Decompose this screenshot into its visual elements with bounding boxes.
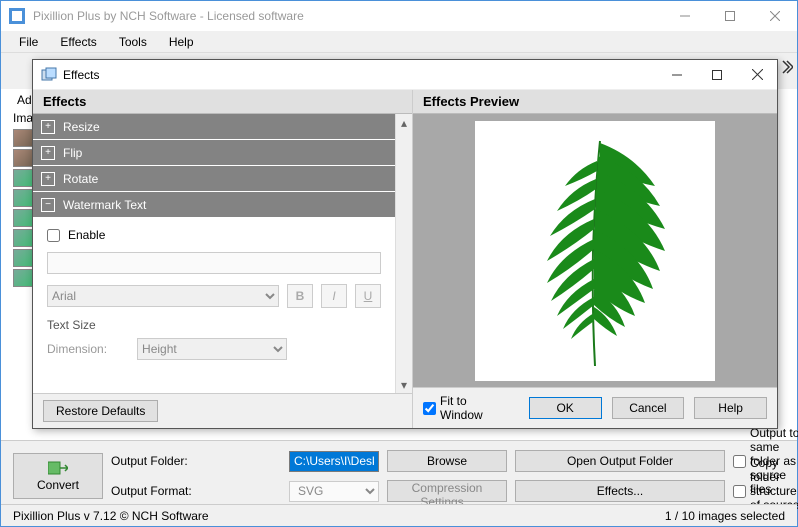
- watermark-text-input[interactable]: [47, 252, 381, 274]
- preview-header: Effects Preview: [413, 90, 777, 114]
- preview-footer: Fit to Window OK Cancel Help: [413, 387, 777, 428]
- image-thumb[interactable]: [13, 189, 33, 207]
- ok-button[interactable]: OK: [529, 397, 602, 419]
- preview-area: [413, 114, 777, 387]
- dimension-select[interactable]: Height: [137, 338, 287, 360]
- image-thumb[interactable]: [13, 249, 33, 267]
- effect-label: Resize: [63, 120, 100, 134]
- enable-label: Enable: [68, 228, 105, 242]
- output-format-label: Output Format:: [111, 484, 281, 498]
- effects-scrollbar[interactable]: ▴ ▾: [395, 114, 412, 393]
- convert-icon: [48, 460, 68, 476]
- copy-structure-checkbox[interactable]: [733, 485, 746, 498]
- effect-resize[interactable]: + Resize: [33, 114, 395, 140]
- minimize-button[interactable]: [662, 1, 707, 31]
- app-icon: [9, 8, 25, 24]
- dialog-icon: [41, 67, 57, 83]
- italic-button[interactable]: I: [321, 284, 347, 308]
- toolbar-scroll-right-icon[interactable]: [781, 59, 793, 75]
- image-thumb[interactable]: [13, 269, 33, 287]
- menu-effects[interactable]: Effects: [52, 33, 104, 51]
- dimension-label: Dimension:: [47, 342, 107, 356]
- image-thumb[interactable]: [13, 229, 33, 247]
- cancel-button[interactable]: Cancel: [612, 397, 685, 419]
- add-label: Ad: [17, 93, 32, 107]
- open-output-button[interactable]: Open Output Folder: [515, 450, 725, 472]
- expand-icon[interactable]: +: [41, 146, 55, 160]
- effect-label: Watermark Text: [63, 198, 146, 212]
- image-thumb[interactable]: [13, 209, 33, 227]
- compression-button[interactable]: Compression Settings...: [387, 480, 507, 502]
- status-selection: 1 / 10 images selected: [665, 509, 785, 523]
- effect-rotate[interactable]: + Rotate: [33, 166, 395, 192]
- enable-checkbox[interactable]: [47, 229, 60, 242]
- fern-icon: [505, 131, 685, 371]
- close-button[interactable]: [752, 1, 797, 31]
- text-size-label: Text Size: [47, 318, 381, 332]
- preview-panel: Effects Preview: [413, 90, 777, 428]
- fit-checkbox[interactable]: [423, 402, 436, 415]
- convert-button[interactable]: Convert: [13, 453, 103, 499]
- font-select[interactable]: Arial: [47, 285, 279, 307]
- output-format-select[interactable]: SVG: [289, 481, 379, 502]
- image-thumb[interactable]: [13, 169, 33, 187]
- scroll-up-icon[interactable]: ▴: [396, 114, 412, 131]
- image-thumb[interactable]: [13, 149, 33, 167]
- effects-footer: Restore Defaults: [33, 393, 412, 428]
- effect-flip[interactable]: + Flip: [33, 140, 395, 166]
- expand-icon[interactable]: +: [41, 120, 55, 134]
- app-title: Pixillion Plus by NCH Software - License…: [33, 9, 662, 23]
- bottom-panel: Output Folder: Browse Open Output Folder…: [1, 440, 797, 504]
- effect-label: Flip: [63, 146, 82, 160]
- menu-tools[interactable]: Tools: [111, 33, 155, 51]
- preview-image: [475, 121, 715, 381]
- help-button[interactable]: Help: [694, 397, 767, 419]
- dialog-title: Effects: [63, 68, 657, 82]
- statusbar: Pixillion Plus v 7.12 © NCH Software 1 /…: [1, 504, 797, 526]
- dialog-maximize-button[interactable]: [697, 61, 737, 89]
- underline-button[interactable]: U: [355, 284, 381, 308]
- effect-watermark-text[interactable]: − Watermark Text: [33, 192, 395, 218]
- effect-label: Rotate: [63, 172, 98, 186]
- menu-file[interactable]: File: [11, 33, 46, 51]
- fit-to-window-option[interactable]: Fit to Window: [423, 394, 509, 422]
- expand-icon[interactable]: +: [41, 172, 55, 186]
- output-folder-input[interactable]: [289, 451, 379, 472]
- main-titlebar: Pixillion Plus by NCH Software - License…: [1, 1, 797, 31]
- browse-button[interactable]: Browse: [387, 450, 507, 472]
- convert-label: Convert: [37, 478, 79, 492]
- watermark-text-content: Enable Arial B I U Text Size Dimension:: [33, 218, 395, 360]
- output-folder-label: Output Folder:: [111, 454, 281, 468]
- menubar: File Effects Tools Help: [1, 31, 797, 53]
- menu-help[interactable]: Help: [161, 33, 202, 51]
- image-thumb[interactable]: [13, 129, 33, 147]
- effects-dialog: Effects Effects + Resize + Flip + Rotate: [32, 59, 778, 429]
- maximize-button[interactable]: [707, 1, 752, 31]
- status-version: Pixillion Plus v 7.12 © NCH Software: [13, 509, 209, 523]
- effects-list: + Resize + Flip + Rotate − Watermark Tex…: [33, 114, 412, 393]
- collapse-icon[interactable]: −: [41, 198, 55, 212]
- scroll-down-icon[interactable]: ▾: [396, 376, 412, 393]
- dialog-minimize-button[interactable]: [657, 61, 697, 89]
- effects-panel: Effects + Resize + Flip + Rotate − Water…: [33, 90, 413, 428]
- restore-defaults-button[interactable]: Restore Defaults: [43, 400, 158, 422]
- bold-button[interactable]: B: [287, 284, 313, 308]
- fit-label: Fit to Window: [440, 394, 509, 422]
- effects-button[interactable]: Effects...: [515, 480, 725, 502]
- effects-header: Effects: [33, 90, 412, 114]
- dialog-close-button[interactable]: [737, 61, 777, 89]
- dialog-titlebar: Effects: [33, 60, 777, 90]
